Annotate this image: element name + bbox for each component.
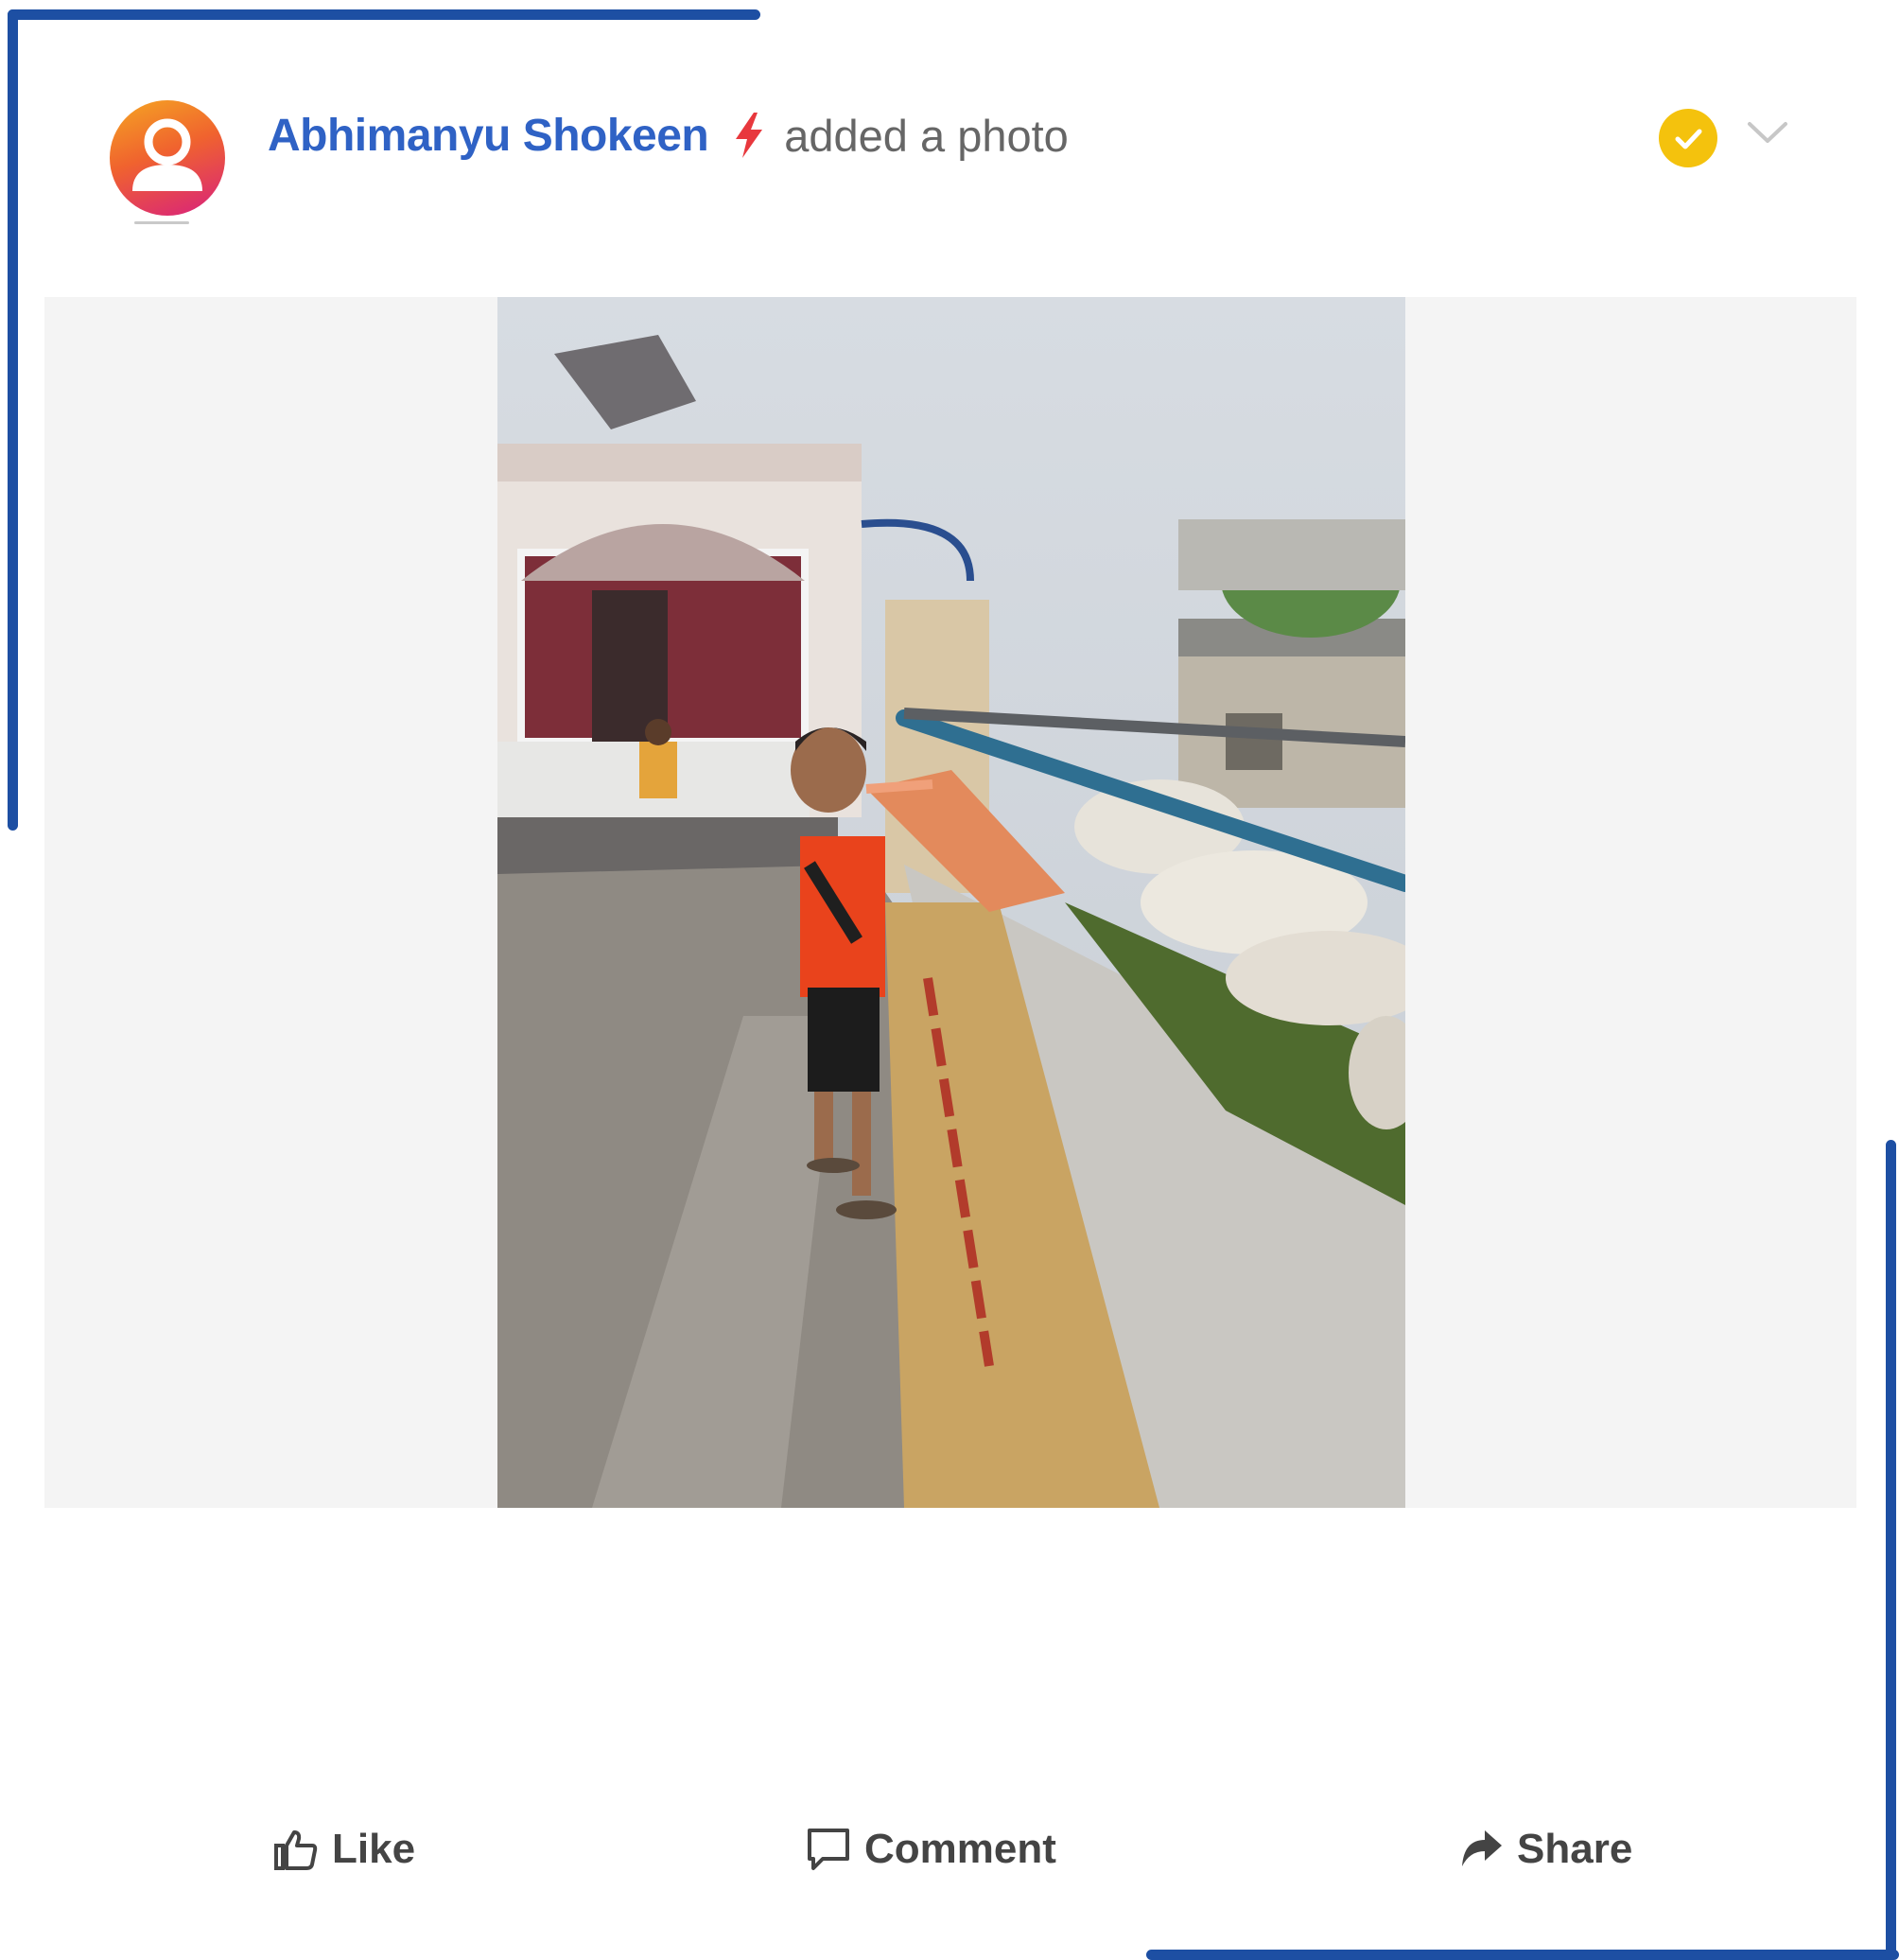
- post-title: Abhimanyu Shokeen added a photo: [268, 102, 1069, 168]
- post-action-text: added a photo: [784, 110, 1069, 161]
- comment-label: Comment: [864, 1826, 1056, 1872]
- share-icon: [1462, 1830, 1502, 1866]
- avatar-underline: [134, 221, 189, 224]
- post-photo[interactable]: [497, 297, 1405, 1508]
- check-circle-icon[interactable]: [1659, 109, 1717, 167]
- post-header: Abhimanyu Shokeen added a photo: [0, 0, 1899, 246]
- like-label: Like: [332, 1826, 416, 1872]
- comment-icon: [808, 1829, 849, 1870]
- share-button[interactable]: Share: [1458, 1807, 1632, 1892]
- post-actions: Like Comment Share: [0, 1807, 1899, 1892]
- lightning-bolt-icon: [731, 112, 767, 159]
- author-name-link[interactable]: Abhimanyu Shokeen: [268, 110, 709, 162]
- frame-bottom-border: [1146, 1950, 1899, 1960]
- like-button[interactable]: Like: [273, 1807, 415, 1892]
- user-avatar-icon[interactable]: [110, 100, 225, 216]
- chevron-down-icon[interactable]: [1746, 118, 1789, 147]
- share-label: Share: [1517, 1826, 1633, 1872]
- thumbs-up-icon: [274, 1830, 318, 1870]
- photo-container: [44, 297, 1856, 1508]
- comment-button[interactable]: Comment: [806, 1807, 1056, 1892]
